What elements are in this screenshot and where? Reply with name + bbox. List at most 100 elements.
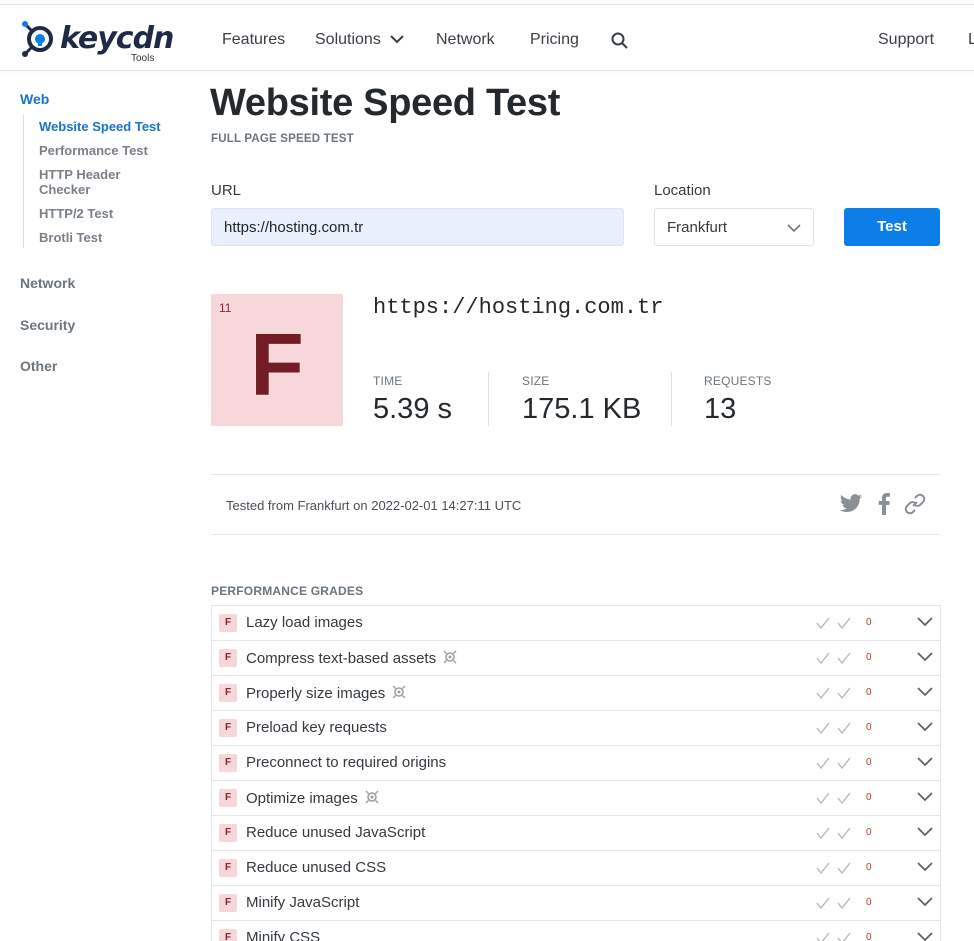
nav-support[interactable]: Support [878,31,934,49]
checkmark-icon [816,897,851,910]
sidebar-section-web[interactable]: Web [20,91,49,107]
url-input[interactable]: https://hosting.com.tr [211,208,624,246]
sidebar-item-brotli-test[interactable]: Brotli Test [39,230,102,245]
grade-row[interactable]: F Reduce unused JavaScript 0 [211,816,941,851]
nav-features[interactable]: Features [222,31,285,49]
chevron-down-icon[interactable] [917,722,933,732]
checkmark-icon [816,827,851,840]
grade-badge: F [219,929,237,941]
grade-count: 0 [866,862,872,873]
nav-network[interactable]: Network [436,31,495,49]
chevron-down-icon[interactable] [917,652,933,662]
grade-badge: F [219,859,237,877]
grade-row[interactable]: F Compress text-based assets 0 [211,641,941,676]
chevron-down-icon[interactable] [917,687,933,697]
checkmark-icon [816,932,851,941]
tested-from-text: Tested from Frankfurt on 2022-02-01 14:2… [226,498,522,513]
page-subtitle: FULL PAGE SPEED TEST [211,133,354,145]
grade-row-label: Preconnect to required origins [246,754,447,771]
search-icon[interactable] [611,32,628,49]
grade-row-label: Compress text-based assets [246,649,458,667]
checkmark-icon [816,862,851,875]
test-button[interactable]: Test [844,208,940,246]
grade-count: 0 [866,722,872,733]
grade-badge: F [219,719,237,737]
performance-grades-list: F Lazy load images 0 F Compress text-based a… [211,605,941,941]
sidebar-item-website-speed-test[interactable]: Website Speed Test [39,119,161,134]
grade-row[interactable]: F Reduce unused CSS 0 [211,851,941,886]
grade-count: 0 [866,687,872,698]
chevron-down-icon[interactable] [917,617,933,627]
checkmark-icon [816,652,851,665]
top-navbar: keycdn Tools Features Solutions Network … [0,4,974,71]
grade-row-label: Minify CSS [246,929,321,941]
logo-wordmark: keycdn [60,21,174,56]
chevron-down-icon[interactable] [390,34,404,44]
overall-grade: 11 F [211,294,343,426]
grade-row[interactable]: F Preconnect to required origins 0 [211,746,941,781]
grade-count: 0 [866,897,872,908]
grade-row[interactable]: F Properly size images 0 [211,676,941,711]
chevron-down-icon[interactable] [917,757,933,767]
chevron-down-icon[interactable] [917,932,933,941]
grade-badge: F [219,824,237,842]
stat-requests-value: 13 [704,393,737,425]
chevron-down-icon[interactable] [917,862,933,872]
checkmark-icon [816,722,851,735]
sidebar-item-performance-test[interactable]: Performance Test [39,143,148,158]
grade-row-label: Reduce unused JavaScript [246,824,426,841]
sidebar-section-other[interactable]: Other [20,358,57,374]
grade-row-label: Preload key requests [246,719,387,736]
chevron-down-icon [787,224,801,233]
grade-row-label: Minify JavaScript [246,894,360,911]
grade-letter: F [250,315,304,414]
chevron-down-icon[interactable] [917,897,933,907]
performance-grades-title: PERFORMANCE GRADES [211,584,364,598]
nav-solutions[interactable]: Solutions [315,31,381,49]
url-label: URL [211,182,242,199]
nav-pricing[interactable]: Pricing [530,31,579,49]
sidebar-item-http2-test[interactable]: HTTP/2 Test [39,206,113,221]
grade-count: 0 [866,827,872,838]
grade-badge: F [219,614,237,632]
checkmark-icon [816,757,851,770]
checkmark-icon [816,687,851,700]
tested-url: https://hosting.com.tr [373,295,664,320]
grade-row[interactable]: F Preload key requests 0 [211,711,941,746]
grade-count: 0 [866,932,872,941]
link-icon[interactable] [904,493,926,515]
logo-subtitle: Tools [131,53,155,64]
grade-row[interactable]: F Lazy load images 0 [211,606,941,641]
grade-count: 0 [866,757,872,768]
grade-badge: F [219,649,237,667]
grade-badge: F [219,684,237,702]
savings-marker-icon [365,790,379,804]
sidebar-item-http-header-checker[interactable]: HTTP Header Checker [39,167,149,197]
location-select[interactable]: Frankfurt [654,208,814,246]
grade-count: 0 [866,652,872,663]
grade-row-label: Lazy load images [246,614,363,631]
grade-row[interactable]: F Minify JavaScript 0 [211,886,941,921]
grade-badge: F [219,894,237,912]
nav-login[interactable]: L [968,31,974,49]
chevron-down-icon[interactable] [917,827,933,837]
grade-badge: F [219,789,237,807]
page-title: Website Speed Test [210,82,561,124]
checkmark-icon [816,617,851,630]
grade-count: 0 [866,792,872,803]
sidebar-web-list: Website Speed Test Performance Test HTTP… [23,114,173,248]
stat-time-value: 5.39 s [373,393,452,425]
twitter-icon[interactable] [839,493,863,515]
location-label: Location [654,182,711,199]
sidebar-section-security[interactable]: Security [20,317,75,333]
grade-row-label: Optimize images [246,789,380,807]
grade-row[interactable]: F Minify CSS 0 [211,921,941,941]
checkmark-icon [816,792,851,805]
grade-row-label: Reduce unused CSS [246,859,387,876]
location-value: Frankfurt [667,219,728,236]
keycdn-logo[interactable]: keycdn Tools [20,17,174,65]
chevron-down-icon[interactable] [917,792,933,802]
sidebar-section-network[interactable]: Network [20,275,75,291]
grade-row[interactable]: F Optimize images 0 [211,781,941,816]
facebook-icon[interactable] [878,493,890,515]
